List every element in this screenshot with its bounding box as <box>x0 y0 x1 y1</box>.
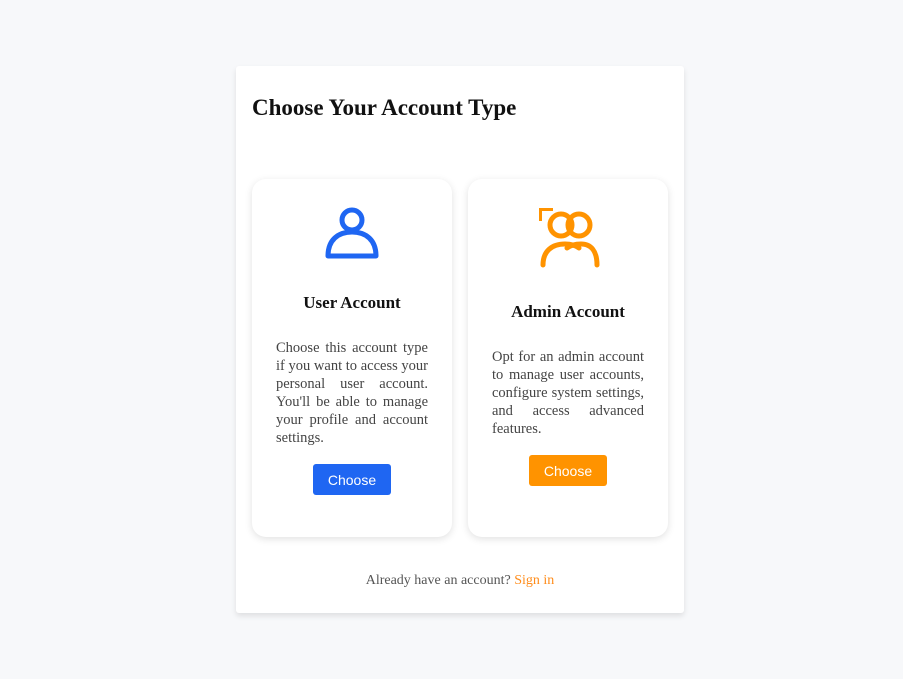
signin-link[interactable]: Sign in <box>514 573 554 588</box>
users-icon <box>539 208 600 268</box>
user-account-title: User Account <box>303 293 401 312</box>
account-type-panel: Choose Your Account Type User Account Ch… <box>236 66 684 613</box>
admin-account-description: Opt for an admin account to manage user … <box>492 349 644 437</box>
user-icon <box>325 207 379 259</box>
admin-account-title: Admin Account <box>511 302 625 321</box>
signin-prompt-text: Already have an account? <box>365 573 515 588</box>
signin-prompt: Already have an account? Sign in <box>236 573 684 589</box>
choose-admin-account-button[interactable]: Choose <box>529 455 607 486</box>
page-title: Choose Your Account Type <box>252 95 517 120</box>
admin-account-card: Admin Account Opt for an admin account t… <box>468 179 668 537</box>
choose-user-account-button[interactable]: Choose <box>313 464 391 495</box>
user-account-card: User Account Choose this account type if… <box>252 179 452 537</box>
user-account-description: Choose this account type if you want to … <box>276 340 428 446</box>
